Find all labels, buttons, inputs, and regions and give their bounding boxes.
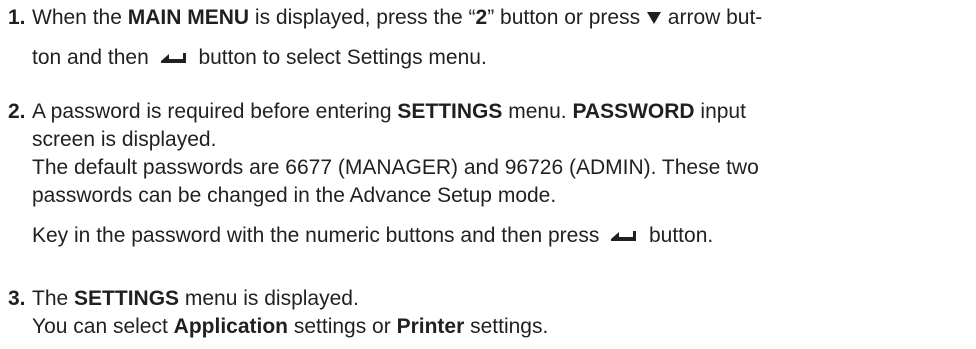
bold-text: Application [173, 315, 289, 338]
step-line: ton and then button to select Settings m… [32, 44, 966, 72]
step-line: The SETTINGS menu is displayed. [32, 285, 966, 313]
step-number: 3. [8, 287, 26, 310]
bold-text: PASSWORD [572, 100, 695, 123]
bold-text: SETTINGS [74, 287, 180, 310]
step-body: The SETTINGS menu is displayed. You can … [32, 285, 966, 341]
bold-text: MAIN MENU [127, 6, 250, 29]
step-body: A password is required before entering S… [32, 98, 966, 250]
text: arrow but- [661, 6, 763, 29]
bold-text: Printer [396, 315, 465, 338]
step-body: When the MAIN MENU is displayed, press t… [32, 4, 966, 72]
text: settings. [464, 315, 549, 338]
text: menu is displayed. [179, 287, 359, 310]
step-number: 1. [8, 6, 26, 29]
text: menu. [502, 100, 573, 123]
bold-text: SETTINGS [397, 100, 503, 123]
text: A password is required before entering [32, 100, 398, 123]
step-line: Key in the password with the numeric but… [32, 222, 966, 250]
step-line: A password is required before entering S… [32, 98, 966, 126]
enter-icon [160, 53, 186, 64]
step-line: The default passwords are 6677 (MANAGER)… [32, 156, 759, 179]
text: Key in the password with the numeric but… [32, 224, 606, 247]
step-line: When the MAIN MENU is displayed, press t… [32, 4, 966, 32]
text: button. [643, 224, 714, 247]
text: button to select Settings menu. [192, 46, 487, 69]
text: The [32, 287, 75, 310]
step-line: screen is displayed. [32, 128, 217, 151]
step-line: You can select Application settings or P… [32, 313, 966, 341]
text: settings or [288, 315, 397, 338]
step-number: 2. [8, 100, 26, 123]
bold-text: 2 [475, 6, 488, 29]
text: input [694, 100, 746, 123]
text: ton and then [32, 46, 155, 69]
text: ” button or press [487, 6, 646, 29]
enter-icon [611, 231, 637, 242]
step-line: passwords can be changed in the Advance … [32, 184, 557, 207]
text: is displayed, press the “ [249, 6, 476, 29]
text: When the [32, 6, 128, 29]
text: You can select [32, 315, 174, 338]
down-triangle-icon [646, 12, 661, 24]
